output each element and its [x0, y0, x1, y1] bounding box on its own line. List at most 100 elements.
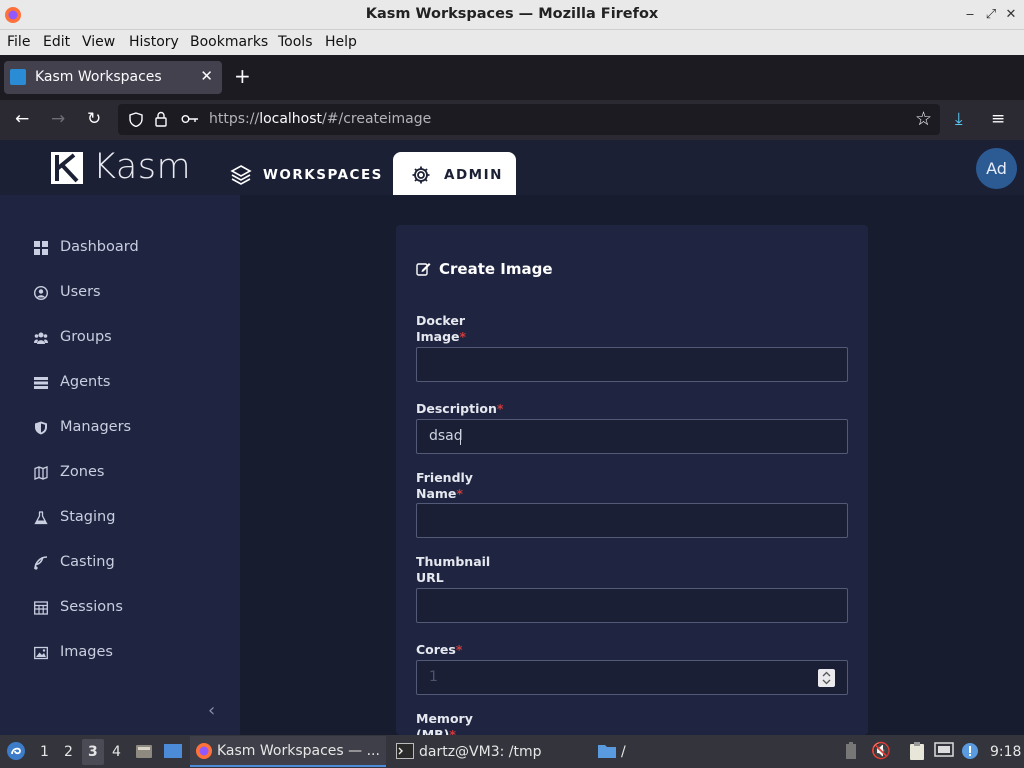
menu-file[interactable]: File	[7, 34, 30, 50]
sidebar-item-label: Casting	[60, 554, 115, 570]
required-marker: *	[455, 642, 463, 657]
thumbnail-url-input[interactable]	[416, 588, 848, 623]
file-manager-icon[interactable]	[135, 742, 153, 760]
taskbar-terminal-task[interactable]: dartz@VM3: /tmp	[419, 744, 542, 760]
workspace-2[interactable]: 2	[64, 744, 73, 760]
page-title-text: Create Image	[439, 260, 553, 278]
taskbar-firefox-task[interactable]: Kasm Workspaces — ...	[190, 736, 386, 767]
friendly-name-label-line1: Friendly	[416, 470, 473, 485]
clock: 9:18	[990, 744, 1022, 760]
minimize-icon[interactable]: ‒	[962, 7, 978, 22]
page-title: Create Image	[416, 260, 553, 278]
sidebar-item-label: Agents	[60, 374, 111, 390]
server-icon	[34, 377, 48, 389]
taskbar-files-task[interactable]: /	[621, 744, 626, 760]
folder-icon	[598, 745, 616, 758]
new-tab-icon[interactable]: +	[234, 64, 251, 88]
menu-history[interactable]: History	[129, 34, 179, 50]
browser-tab[interactable]: Kasm Workspaces ✕	[4, 61, 222, 94]
desktop-icon[interactable]	[163, 742, 183, 760]
key-icon[interactable]	[181, 113, 199, 125]
menu-edit[interactable]: Edit	[43, 34, 70, 50]
thumbnail-label-line1: Thumbnail	[416, 554, 491, 569]
docker-image-label: Docker Image*	[416, 313, 466, 345]
sidebar-item-label: Zones	[60, 464, 105, 480]
start-menu-icon[interactable]	[6, 741, 26, 761]
image-icon	[34, 646, 48, 660]
workspace-3[interactable]: 3	[88, 744, 98, 760]
forward-icon[interactable]: →	[51, 109, 65, 129]
dashboard-icon	[34, 241, 48, 255]
docker-image-input[interactable]	[416, 347, 848, 382]
kasm-logo-text[interactable]: Kasm	[93, 147, 191, 187]
memory-label: Memory (MB)*	[416, 711, 473, 735]
shield-icon	[35, 421, 47, 435]
edit-icon	[416, 263, 431, 276]
avatar[interactable]: Ad	[976, 148, 1017, 189]
memory-label-line1: Memory	[416, 711, 473, 726]
menu-view[interactable]: View	[82, 34, 115, 50]
users-icon	[34, 332, 48, 344]
memory-label-line2: (MB)	[416, 727, 450, 735]
text-cursor	[460, 429, 461, 445]
battery-icon[interactable]	[844, 742, 858, 760]
required-marker: *	[456, 486, 463, 501]
workspace-1[interactable]: 1	[40, 744, 49, 760]
required-marker: *	[459, 329, 467, 344]
gear-icon	[412, 166, 430, 184]
map-icon	[34, 466, 48, 480]
cores-placeholder: 1	[429, 669, 438, 685]
description-label: Description*	[416, 401, 503, 417]
collapse-sidebar-icon[interactable]: ‹	[208, 700, 215, 721]
menu-help[interactable]: Help	[325, 34, 357, 50]
maximize-icon[interactable]: ⤢	[983, 7, 999, 22]
nav-admin[interactable]: ADMIN	[393, 152, 516, 197]
close-icon[interactable]: ✕	[1003, 7, 1019, 22]
reload-icon[interactable]: ↻	[87, 109, 101, 129]
url-text[interactable]: https://localhost/#/createimage	[209, 111, 431, 127]
layers-icon	[230, 165, 252, 185]
menu-hamburger-icon[interactable]: ≡	[991, 109, 1005, 129]
table-icon	[34, 601, 48, 615]
volume-muted-icon[interactable]: 🔇	[871, 741, 891, 760]
nav-admin-label: ADMIN	[444, 167, 503, 183]
docker-image-label-line2: Image	[416, 329, 460, 344]
firefox-icon	[196, 743, 212, 759]
description-input[interactable]: dsad	[416, 419, 848, 454]
window-title: Kasm Workspaces — Mozilla Firefox	[365, 6, 659, 22]
url-bar[interactable]: https://localhost/#/createimage ☆	[118, 104, 940, 135]
back-icon[interactable]: ←	[15, 109, 29, 129]
sidebar-item-label: Staging	[60, 509, 116, 525]
menu-tools[interactable]: Tools	[278, 34, 313, 50]
user-circle-icon	[34, 286, 48, 300]
cores-label-text: Cores	[416, 642, 456, 657]
tab-close-icon[interactable]: ✕	[200, 67, 213, 85]
taskbar-firefox-label: Kasm Workspaces — ...	[217, 743, 380, 759]
number-spinner-icon[interactable]	[818, 669, 835, 687]
friendly-name-input[interactable]	[416, 503, 848, 538]
required-marker: *	[496, 401, 504, 416]
sidebar-item-label: Dashboard	[60, 239, 139, 255]
network-icon[interactable]	[934, 742, 954, 760]
lock-icon[interactable]	[154, 111, 168, 127]
notification-icon[interactable]	[961, 742, 979, 760]
sidebar-item-label: Images	[60, 644, 113, 660]
description-label-text: Description	[416, 401, 497, 416]
shield-icon[interactable]	[129, 112, 143, 127]
sidebar-item-label: Groups	[60, 329, 112, 345]
downloads-icon[interactable]: ⤓	[955, 109, 963, 129]
flask-icon	[34, 511, 48, 525]
description-value: dsad	[429, 428, 463, 444]
thumbnail-url-label: Thumbnail URL	[416, 554, 490, 586]
kasm-logo-icon[interactable]	[50, 151, 84, 185]
menu-bookmarks[interactable]: Bookmarks	[190, 34, 268, 50]
required-marker: *	[449, 727, 456, 735]
clipboard-icon[interactable]	[907, 741, 927, 761]
friendly-name-label: Friendly Name*	[416, 470, 473, 502]
cast-icon	[34, 556, 48, 570]
tab-title: Kasm Workspaces	[35, 69, 162, 85]
workspace-4[interactable]: 4	[112, 744, 121, 760]
sidebar-item-label: Users	[60, 284, 101, 300]
bookmark-star-icon[interactable]: ☆	[915, 108, 932, 130]
cores-input[interactable]: 1	[416, 660, 848, 695]
